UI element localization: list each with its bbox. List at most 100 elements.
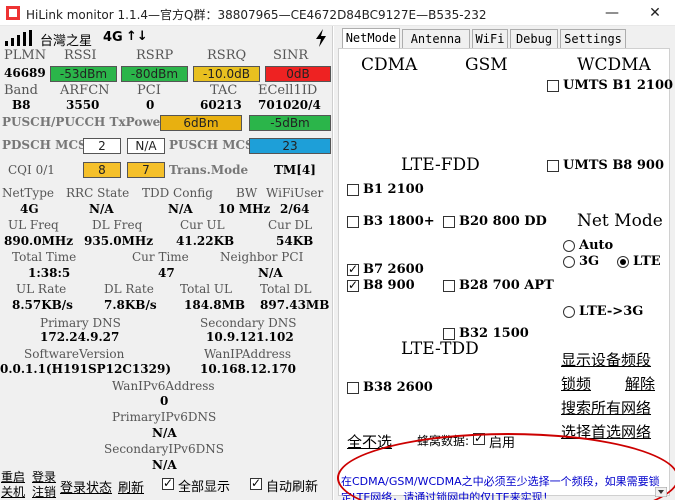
- secondary-ipv6-dns-value: N/A: [152, 458, 177, 472]
- cdma-header: CDMA: [361, 55, 418, 75]
- b3-checkbox[interactable]: [347, 216, 359, 228]
- lock-band-link[interactable]: 锁频: [561, 373, 591, 394]
- rsrq-value: -10.0dB: [193, 66, 260, 82]
- b1-label: B1 2100: [363, 182, 424, 197]
- operator-name: 台灣之星: [40, 34, 93, 49]
- wifiuser-value: 2/64: [280, 202, 310, 216]
- umts-b8-checkbox[interactable]: [547, 160, 559, 172]
- software-version-value: 0.0.1.1(H191SP12C1329): [0, 362, 172, 376]
- b7-checkbox[interactable]: [347, 262, 359, 276]
- umts-b1-label: UMTS B1 2100: [563, 78, 674, 93]
- cur-time-value: 47: [158, 266, 175, 280]
- refresh-link[interactable]: 刷新: [118, 477, 144, 496]
- close-button[interactable]: ✕: [635, 0, 675, 26]
- 3g-label: 3G: [579, 254, 600, 269]
- window-title: HiLink monitor 1.1.4—官方Q群：38807965—CE467…: [26, 8, 487, 22]
- lte-radio[interactable]: [617, 256, 629, 268]
- lte-3g-label: LTE->3G: [579, 304, 644, 319]
- nettype-value: 4G: [20, 202, 39, 216]
- b3-label: B3 1800+: [363, 214, 435, 229]
- unlock-link[interactable]: 解除: [625, 373, 655, 394]
- b20-checkbox[interactable]: [443, 216, 455, 228]
- enable-label: 启用: [489, 436, 516, 451]
- minimize-button[interactable]: —: [592, 0, 632, 26]
- rsrp-value: -80dBm: [121, 66, 188, 82]
- primary-dns-value: 172.24.9.27: [40, 330, 120, 344]
- b38-checkbox[interactable]: [347, 382, 359, 394]
- wcdma-header: WCDMA: [577, 55, 651, 75]
- search-all-networks-link[interactable]: 搜索所有网络: [561, 397, 651, 418]
- tab-settings[interactable]: Settings: [560, 29, 626, 49]
- pdsch-mcs-value-1: 2: [83, 138, 121, 154]
- dl-freq-header: DL Freq: [92, 218, 143, 232]
- status-panel: 台灣之星 4G ↑↓ PLMN RSSI RSRP RSRQ SINR 4668…: [0, 26, 333, 500]
- cqi-1-value: 7: [127, 162, 165, 178]
- net-mode-title: Net Mode: [577, 211, 663, 231]
- netmode-panel: NetMode Antenna WiFi Debug Settings CDMA…: [334, 26, 675, 500]
- b8-checkbox[interactable]: [347, 278, 359, 292]
- show-all-label: 全部显示: [178, 480, 231, 495]
- tab-wifi[interactable]: WiFi: [472, 29, 508, 49]
- pusch-txpower-value: 6dBm: [160, 115, 242, 131]
- bw-header: BW: [236, 186, 258, 200]
- software-version-label: SoftwareVersion: [24, 347, 125, 361]
- rssi-value: -53dBm: [50, 66, 117, 82]
- tab-netmode[interactable]: NetMode: [342, 28, 400, 50]
- pdsch-mcs-label: PDSCH MCS: [2, 138, 87, 152]
- cur-dl-header: Cur DL: [268, 218, 313, 232]
- wan-ip-label: WanIPAddress: [204, 347, 292, 361]
- dl-rate-value: 7.8KB/s: [104, 298, 157, 312]
- lte-3g-radio[interactable]: [563, 306, 575, 318]
- scroll-down-icon[interactable]: [655, 487, 667, 497]
- total-ul-header: Total UL: [180, 282, 233, 296]
- plmn-header: PLMN: [4, 48, 47, 63]
- rrc-state-header: RRC State: [66, 186, 130, 200]
- txpower-label: PUSCH/PUCCH TxPower: [2, 115, 167, 129]
- rsrq-header: RSRQ: [207, 48, 247, 63]
- network-type: 4G: [103, 30, 123, 45]
- select-preferred-network-link[interactable]: 选择首选网络: [561, 421, 651, 442]
- tab-debug[interactable]: Debug: [510, 29, 558, 49]
- arfcn-value: 3550: [66, 98, 100, 112]
- wan-ipv6-value: 0: [160, 394, 169, 408]
- ecellid-value: 701020/4: [258, 98, 321, 112]
- auto-refresh-checkbox[interactable]: [250, 476, 262, 490]
- 3g-radio[interactable]: [563, 256, 575, 268]
- tdd-config-header: TDD Config: [142, 186, 213, 200]
- total-dl-value: 897.43MB: [260, 298, 330, 312]
- tab-antenna[interactable]: Antenna: [402, 29, 470, 49]
- flash-icon[interactable]: [314, 29, 328, 47]
- cellular-data-label: 蜂窝数据:: [417, 434, 470, 448]
- ul-freq-value: 890.0MHz: [4, 234, 74, 248]
- pucch-txpower-value: -5dBm: [249, 115, 331, 131]
- pusch-mcs-label: PUSCH MCS: [169, 138, 254, 152]
- secondary-dns-label: Secondary DNS: [200, 316, 297, 330]
- total-dl-header: Total DL: [260, 282, 312, 296]
- pusch-mcs-value: 23: [249, 138, 331, 154]
- signal-bars-icon: [5, 30, 32, 46]
- primary-ipv6-dns-label: PrimaryIPv6DNS: [112, 410, 217, 424]
- shutdown-link[interactable]: 关机: [1, 483, 25, 500]
- dl-rate-header: DL Rate: [104, 282, 154, 296]
- tdd-config-value: N/A: [168, 202, 193, 216]
- cur-ul-value: 41.22KB: [176, 234, 235, 248]
- primary-ipv6-dns-value: N/A: [152, 426, 177, 440]
- login-status-link[interactable]: 登录状态: [60, 477, 112, 496]
- auto-radio[interactable]: [563, 240, 575, 252]
- band-header: Band: [4, 83, 38, 98]
- pdsch-mcs-value-2: N/A: [127, 138, 165, 154]
- cellular-data-checkbox[interactable]: [473, 431, 485, 445]
- show-device-bands-link[interactable]: 显示设备频段: [561, 349, 651, 370]
- show-all-checkbox[interactable]: [162, 476, 174, 490]
- total-ul-value: 184.8MB: [184, 298, 246, 312]
- b28-checkbox[interactable]: [443, 280, 455, 292]
- b1-checkbox[interactable]: [347, 184, 359, 196]
- logout-link[interactable]: 注销: [32, 483, 56, 500]
- select-none-link[interactable]: 全不选: [347, 431, 392, 452]
- band-notice: 在CDMA/GSM/WCDMA之中必须至少选择一个频段，如果需要锁定LTE网络，…: [341, 475, 660, 500]
- total-time-value: 1:38:5: [28, 266, 71, 280]
- b20-label: B20 800 DD: [459, 214, 547, 229]
- umts-b8-label: UMTS B8 900: [563, 158, 665, 173]
- plmn-value: 46689: [4, 66, 46, 80]
- umts-b1-checkbox[interactable]: [547, 80, 559, 92]
